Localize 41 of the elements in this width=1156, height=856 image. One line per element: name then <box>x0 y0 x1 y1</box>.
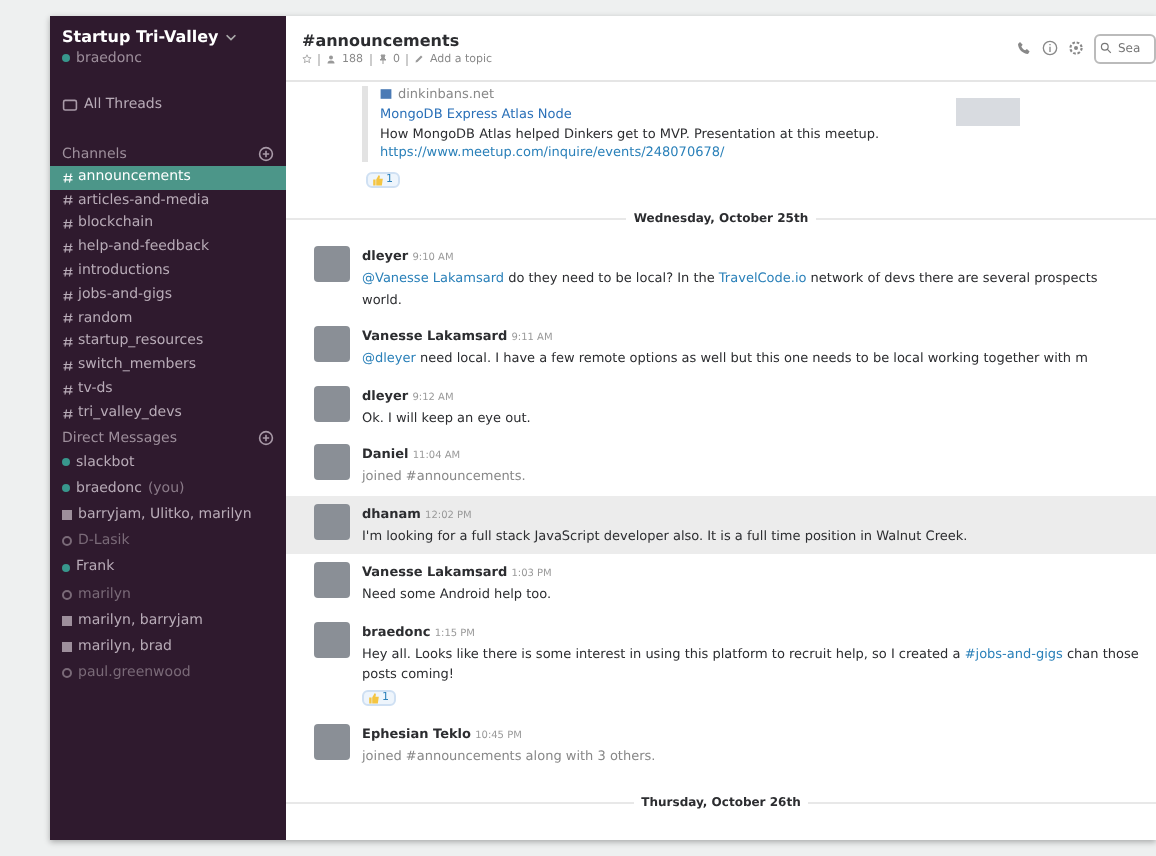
hash-icon <box>62 336 74 349</box>
avatar-placeholder <box>314 326 350 362</box>
phone-icon[interactable] <box>1016 40 1032 56</box>
thumbs-up-icon <box>372 174 384 186</box>
group-icon <box>62 615 72 626</box>
avatar-placeholder <box>314 562 350 598</box>
hash-icon <box>62 407 74 420</box>
hash-icon <box>62 265 74 278</box>
star-icon[interactable] <box>302 54 312 64</box>
hash-icon <box>62 218 74 231</box>
avatar-placeholder <box>314 246 350 282</box>
avatar-placeholder <box>314 444 350 480</box>
team-name[interactable]: Startup Tri-Valley <box>62 28 219 46</box>
search-icon <box>1100 41 1112 53</box>
threads-icon <box>62 97 78 114</box>
avatar-placeholder <box>314 621 350 657</box>
avatar-placeholder <box>314 385 350 421</box>
thumbs-up-icon <box>368 691 380 703</box>
channel-title: #announcements <box>302 31 462 49</box>
hash-icon <box>62 171 74 184</box>
group-icon <box>62 510 72 521</box>
person-icon <box>326 54 336 64</box>
avatar-placeholder <box>314 723 350 759</box>
group-icon <box>62 642 72 653</box>
add-dm-icon[interactable] <box>258 429 274 446</box>
info-icon[interactable] <box>1042 40 1058 56</box>
hash-icon <box>62 383 74 396</box>
settings-icon[interactable] <box>1068 40 1084 56</box>
site-icon <box>380 88 392 100</box>
hash-icon <box>62 360 74 373</box>
avatar-placeholder <box>314 503 350 539</box>
pencil-icon <box>414 54 424 64</box>
status-dot <box>62 54 70 62</box>
hash-icon <box>62 194 74 207</box>
hash-icon <box>62 312 74 325</box>
caret-icon[interactable] <box>224 30 239 44</box>
pin-icon <box>377 54 387 64</box>
hash-icon <box>62 289 74 302</box>
hash-icon <box>62 242 74 255</box>
add-channel-icon[interactable] <box>258 145 274 162</box>
preview-thumbnail <box>956 98 1020 126</box>
